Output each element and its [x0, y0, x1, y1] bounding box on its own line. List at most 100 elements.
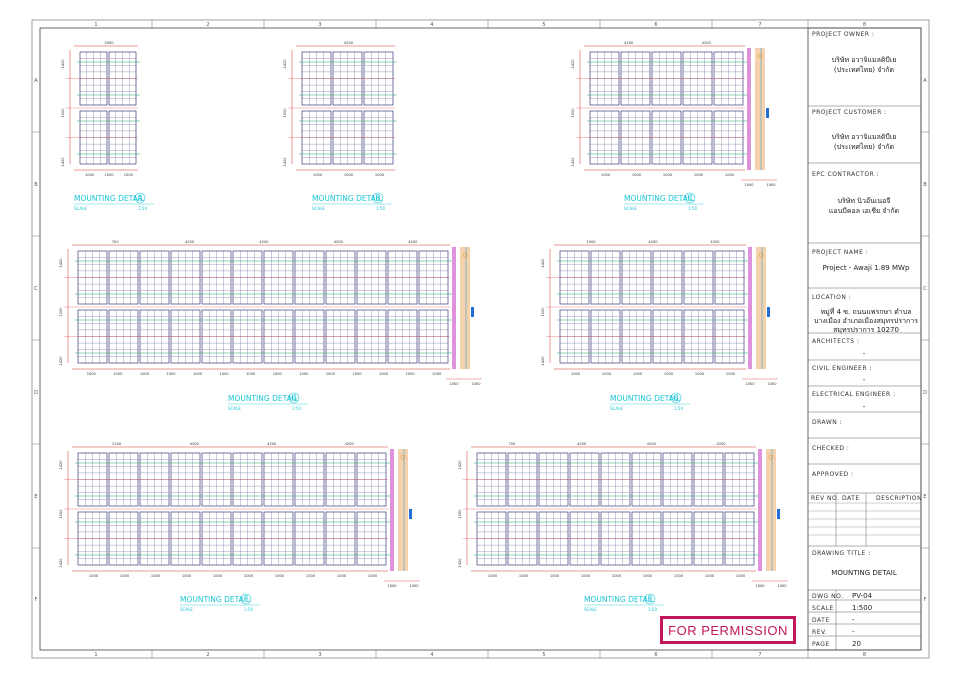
grid-row-label-right: B: [923, 182, 927, 188]
meta-value: -: [852, 616, 855, 624]
title-block-value: แอนบีคอล เอเชีย จำกัด: [829, 207, 899, 215]
title-block-value: (ประเทศไทย) จำกัด: [834, 142, 894, 151]
bottom-dimension-label: 1000: [379, 372, 389, 376]
bottom-dimension-label: 1000: [406, 372, 416, 376]
top-dimension-label: 4200: [408, 240, 418, 244]
grid-row-label-right: D: [923, 390, 927, 396]
inner-frame: [39, 27, 922, 651]
extra-dimension-label: 1000: [449, 382, 459, 386]
bottom-dimension-label: 1000: [488, 574, 498, 578]
bottom-dimension-label: 1000: [87, 372, 97, 376]
title-block-label: ARCHITECTS :: [812, 338, 860, 345]
detail-scale-value: 1:50: [648, 607, 657, 612]
title-block-label: LOCATION :: [812, 294, 851, 301]
detail-scale-label: SCALE: [624, 206, 637, 211]
meta-label: DWG NO.: [812, 593, 843, 600]
meta-label: REV.: [812, 629, 827, 636]
detail-scale-label: SCALE: [228, 406, 241, 411]
detail-title: MOUNTING DETAIL: [312, 194, 383, 203]
detail-scale-value: 1:50: [292, 406, 301, 411]
extra-dimension-label: 1000: [409, 584, 419, 588]
grid-column-label-top: 4: [430, 22, 433, 28]
grid-column-label-bottom: 6: [654, 652, 657, 658]
bottom-dimension-label: 1000: [519, 574, 529, 578]
bottom-dimension-label: 1000: [694, 173, 704, 177]
title-block-label: CHECKED :: [812, 445, 849, 452]
bottom-dimension-label: 1000: [124, 173, 134, 177]
detail-scale-label: SCALE: [312, 206, 325, 211]
grid-column-label-bottom: 1: [94, 652, 97, 658]
bottom-dimension-label: 1000: [375, 173, 385, 177]
detail-scale-value: 1:50: [244, 607, 253, 612]
title-block-label: PROJECT NAME :: [812, 249, 868, 256]
extra-dimension-label: 1000: [767, 382, 777, 386]
bottom-dimension-label: 1000: [736, 574, 746, 578]
bottom-dimension-label: 1000: [89, 574, 99, 578]
left-dimension-label: 1420: [458, 460, 462, 470]
title-block-label: ELECTRICAL ENGINEER :: [812, 391, 896, 398]
meta-value: 1:500: [852, 604, 872, 612]
inverter-icon: [409, 509, 412, 519]
bottom-dimension-label: 1000: [664, 372, 674, 376]
extra-dimension-label: 1000: [471, 382, 481, 386]
bottom-dimension-label: 1000: [550, 574, 560, 578]
grid-column-label-bottom: 7: [758, 652, 761, 658]
detail-scale-label: SCALE: [74, 206, 87, 211]
walkway: [398, 449, 408, 571]
grid-column-label-top: 3: [318, 22, 321, 28]
cable-tray: [748, 247, 752, 369]
cable-tray: [390, 449, 394, 571]
detail-scale-value: 1:50: [138, 206, 147, 211]
bottom-dimension-label: 1000: [643, 574, 653, 578]
bottom-dimension-label: 1000: [151, 574, 161, 578]
for-permission-stamp: FOR PERMISSION: [660, 616, 796, 644]
top-dimension-label: 4200: [648, 240, 658, 244]
bottom-dimension-label: 1000: [213, 574, 223, 578]
title-block-value: -: [863, 376, 866, 384]
detail-scale-value: 1:50: [674, 406, 683, 411]
top-dimension-label: 700: [112, 240, 120, 244]
bottom-dimension-label: 1000: [326, 372, 336, 376]
title-block-value: MOUNTING DETAIL: [831, 569, 897, 577]
detail-scale-value: 1:50: [376, 206, 385, 211]
bottom-dimension-label: 1000: [705, 574, 715, 578]
bottom-dimension-label: 1000: [725, 173, 735, 177]
bottom-dimension-label: 1000: [337, 574, 347, 578]
top-dimension-label: 4200: [345, 442, 355, 446]
extra-dimension-label: 1000: [387, 584, 397, 588]
grid-row-label-left: A: [34, 78, 38, 84]
grid-column-label-top: 2: [206, 22, 209, 28]
grid-row-label-right: F: [924, 597, 927, 603]
grid-row-label-right: A: [923, 78, 927, 84]
title-block: PROJECT OWNER :บริษัท อวาจิแมลติบีเย(ประ…: [807, 27, 922, 651]
left-dimension-label: 1420: [59, 460, 63, 470]
title-block-value: สมุทรปราการ 10270: [833, 326, 899, 334]
top-dimension-label: 4200: [334, 240, 344, 244]
grid-row-label-left: F: [35, 597, 38, 603]
top-dimension-label: 4200: [344, 41, 354, 45]
detail-letter: A: [137, 194, 143, 203]
left-dimension-label: 1000: [283, 108, 287, 118]
top-dimension-label: 3000: [104, 41, 114, 45]
bottom-dimension-label: 1000: [602, 372, 612, 376]
grid-column-label-top: 6: [654, 22, 657, 28]
meta-label: SCALE: [812, 605, 834, 612]
title-block-label: CIVIL ENGINEER :: [812, 365, 872, 372]
meta-label: PAGE: [812, 641, 830, 648]
mounting-details: 3000 1000 1000 1000 1420 1000 1420 MOUNTING DET…: [59, 41, 788, 612]
sheet-border: 1 1 2 2 3 3 4 4 5 5 6 6 7 7 8 8 A A B B C C D D E E F F: [31, 19, 930, 659]
title-block-label: DRAWN :: [812, 419, 842, 426]
meta-value: -: [852, 628, 855, 636]
bottom-dimension-label: 1000: [612, 574, 622, 578]
title-block-value: บริษัท อวาจิแมลติบีเย: [832, 133, 897, 141]
grid-column-label-top: 5: [542, 22, 545, 28]
title-block-value: (ประเทศไทย) จำกัด: [834, 65, 894, 74]
walkway: [460, 247, 470, 369]
top-dimension-label: 4200: [647, 442, 657, 446]
left-dimension-label: 1000: [458, 509, 462, 519]
rev-header: DESCRIPTION: [876, 495, 922, 502]
title-block-label: PROJECT OWNER :: [812, 31, 874, 38]
title-block-label: APPROVED :: [812, 471, 854, 478]
grid-row-label-left: C: [34, 286, 38, 292]
title-block-value: Project - Awaji 1.89 MWp: [823, 264, 910, 272]
